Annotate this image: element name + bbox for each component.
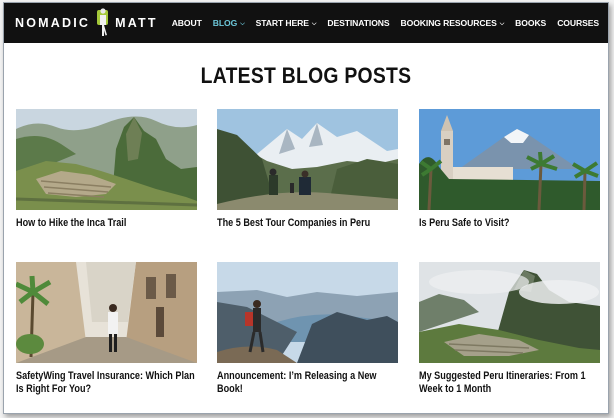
post-title[interactable]: The 5 Best Tour Companies in Peru [217, 217, 399, 230]
nav-label: BOOKING RESOURCES [400, 18, 497, 28]
nav-item-start-here[interactable]: START HERE ⌵ [256, 18, 317, 28]
site-logo[interactable]: NOMADIC MATT [15, 3, 158, 43]
chevron-down-icon: ⌵ [499, 20, 505, 27]
backpacker-logo-icon [97, 8, 109, 36]
post-thumbnail[interactable] [217, 262, 398, 363]
nav-label: BOOKS [515, 18, 547, 28]
logo-text-left: NOMADIC [15, 16, 91, 30]
page-title: LATEST BLOG POSTS [200, 63, 412, 88]
nav-label: DESTINATIONS [327, 18, 390, 28]
nav-item-destinations[interactable]: DESTINATIONS [327, 18, 389, 28]
chevron-down-icon: ⌵ [311, 20, 317, 27]
main-navigation: ABOUT BLOG ⌵ START HERE ⌵ DESTINATIONS B… [161, 18, 599, 28]
post-thumbnail[interactable] [16, 262, 197, 363]
page-frame: NOMADIC MATT ABOUT BLOG ⌵ START HERE ⌵ D… [3, 2, 609, 414]
nav-label: COURSES [557, 18, 599, 28]
post-thumbnail[interactable] [16, 109, 197, 210]
arequipa-cathedral-volcano-image [419, 109, 600, 210]
chevron-down-icon: ⌵ [240, 20, 245, 27]
blog-post-card[interactable]: SafetyWing Travel Insurance: Which Plan … [16, 262, 199, 395]
nav-item-courses[interactable]: COURSES [557, 18, 599, 28]
blog-post-card[interactable]: My Suggested Peru Itineraries: From 1 We… [419, 262, 602, 395]
site-header: NOMADIC MATT ABOUT BLOG ⌵ START HERE ⌵ D… [4, 3, 608, 43]
nav-item-about[interactable]: ABOUT [172, 18, 202, 28]
hiker-overlooking-lake-image [217, 262, 398, 363]
post-title[interactable]: Is Peru Safe to Visit? [419, 217, 601, 230]
machu-picchu-terraces-image [16, 109, 197, 210]
post-title[interactable]: SafetyWing Travel Insurance: Which Plan … [16, 370, 198, 395]
blog-post-card[interactable]: Is Peru Safe to Visit? [419, 109, 602, 230]
nav-label: ABOUT [171, 18, 202, 28]
cobblestone-street-walker-image [16, 262, 197, 363]
post-title[interactable]: My Suggested Peru Itineraries: From 1 We… [419, 370, 601, 395]
post-thumbnail[interactable] [419, 109, 600, 210]
post-title[interactable]: How to Hike the Inca Trail [16, 217, 198, 230]
nav-item-blog[interactable]: BLOG ⌵ [213, 18, 245, 28]
blog-post-card[interactable]: How to Hike the Inca Trail [16, 109, 199, 230]
blog-post-card[interactable]: Announcement: I’m Releasing a New Book! [217, 262, 400, 395]
post-title[interactable]: Announcement: I’m Releasing a New Book! [217, 370, 399, 395]
post-thumbnail[interactable] [217, 109, 398, 210]
logo-text-right: MATT [115, 16, 158, 30]
nav-item-booking-resources[interactable]: BOOKING RESOURCES ⌵ [401, 18, 505, 28]
nav-label: START HERE [255, 18, 309, 28]
machu-picchu-clouds-image [419, 262, 600, 363]
hikers-snowy-mountains-image [217, 109, 398, 210]
nav-label: BLOG [212, 18, 238, 28]
blog-post-card[interactable]: The 5 Best Tour Companies in Peru [217, 109, 400, 230]
post-thumbnail[interactable] [419, 262, 600, 363]
nav-item-books[interactable]: BOOKS [515, 18, 546, 28]
